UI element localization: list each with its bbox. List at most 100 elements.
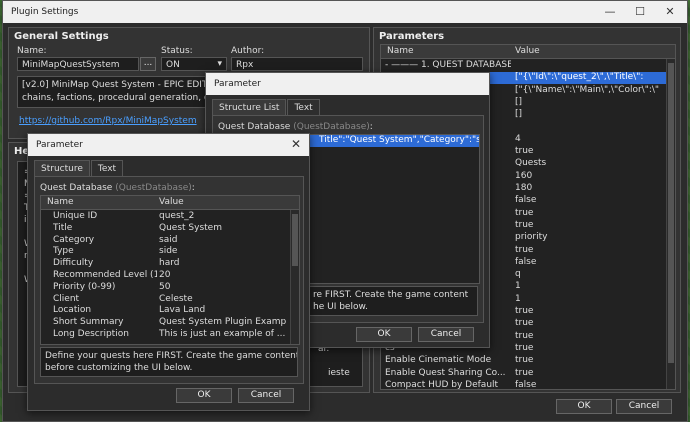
maximize-icon[interactable]: ☐: [625, 1, 655, 23]
table-row[interactable]: Location Lava Land: [41, 305, 299, 317]
status-value: ON: [166, 60, 180, 70]
param1-titlebar: Parameter: [206, 73, 489, 95]
parameter-value: true: [515, 219, 534, 230]
table-row[interactable]: - ——— 1. QUEST DATABASE...: [381, 60, 675, 72]
minimize-icon[interactable]: —: [595, 1, 625, 23]
parameter-value: priority: [515, 232, 548, 243]
name-label: Name:: [17, 46, 47, 56]
parameter-value: 4: [515, 133, 521, 144]
table-row[interactable]: Short Summary Quest System Plugin Example: [41, 317, 299, 329]
param1-label-text: Quest Database: [218, 122, 291, 132]
main-window-title: Plugin Settings: [11, 7, 79, 17]
parameter-value: false: [515, 379, 537, 390]
tab-structure-list[interactable]: Structure List: [212, 99, 287, 116]
table-row[interactable]: Enable Cinematic Mode true: [381, 355, 675, 367]
main-cancel-button[interactable]: Cancel: [616, 399, 672, 414]
plugin-url-link[interactable]: https://github.com/Rpx/MiniMapSystem: [19, 116, 197, 126]
param2-desc-line-2: before customizing the UI below.: [45, 363, 193, 373]
param1-label-key: (QuestDatabase): [293, 122, 370, 132]
table-row[interactable]: Enable Quest Sharing Co... true: [381, 368, 675, 380]
param2-label: Quest Database (QuestDatabase):: [40, 183, 195, 193]
field-value: Quest System Plugin Example: [159, 317, 287, 328]
table-row[interactable]: Compact HUD by Default false: [381, 379, 675, 390]
field-name: Title: [53, 222, 73, 233]
parameter-value: 160: [515, 170, 533, 181]
field-name: Unique ID: [53, 211, 98, 221]
parameter-value: false: [515, 256, 537, 267]
author-field[interactable]: Rpx: [231, 57, 363, 71]
field-name: Location: [53, 305, 92, 316]
tab-text[interactable]: Text: [90, 160, 124, 177]
parameter-value: 1: [515, 281, 521, 292]
field-value: said: [159, 234, 178, 245]
field-value: Lava Land: [159, 305, 206, 316]
parameter-value: true: [515, 207, 534, 218]
param2-body: Quest Database (QuestDatabase): Name Val…: [34, 176, 304, 384]
parameter-value: true: [515, 244, 534, 255]
field-value: 50: [159, 281, 171, 292]
param2-structure-grid[interactable]: Name Value Unique ID quest_2 Title Quest Sy…: [40, 195, 300, 345]
tab-structure[interactable]: Structure: [34, 160, 90, 177]
field-name: Category: [53, 234, 95, 245]
parameter-name: Enable Cinematic Mode: [385, 355, 492, 366]
parameter-value: true: [515, 330, 534, 341]
field-name: Type: [53, 246, 74, 257]
table-row[interactable]: Recommended Level (1-...20: [41, 270, 299, 282]
field-value: 20: [159, 270, 171, 280]
field-value: quest_2: [159, 211, 195, 221]
field-name: Recommended Level (1-...: [53, 270, 157, 280]
parameter-value: true: [515, 318, 534, 329]
parameter-value: 180: [515, 183, 533, 193]
param2-col-name: Name: [47, 197, 74, 207]
parameter-value: q: [515, 269, 521, 280]
table-row[interactable]: Priority (0-99) 50: [41, 282, 299, 294]
parameter-value: true: [515, 306, 534, 316]
field-name: Client: [53, 293, 80, 304]
param1-tabs: Structure List Text: [212, 99, 321, 116]
parameters-scrollbar[interactable]: [666, 59, 675, 389]
field-name: Difficulty: [53, 258, 94, 269]
field-value: hard: [159, 258, 180, 269]
param1-label-colon: :: [369, 122, 373, 132]
close-icon[interactable]: ✕: [291, 137, 301, 151]
parameters-scroll-thumb[interactable]: [668, 63, 674, 363]
param1-ok-button[interactable]: OK: [356, 327, 412, 342]
table-row[interactable]: Category said: [41, 235, 299, 247]
help-behind-text-2: ieste: [328, 368, 350, 378]
main-ok-button[interactable]: OK: [556, 399, 612, 414]
name-browse-button[interactable]: ...: [140, 57, 156, 71]
table-row[interactable]: Client Celeste: [41, 294, 299, 306]
general-settings-heading: General Settings: [14, 31, 109, 42]
param2-cancel-button[interactable]: Cancel: [238, 388, 294, 403]
main-titlebar: Plugin Settings — ☐ ✕: [3, 1, 687, 23]
tab-text[interactable]: Text: [287, 99, 320, 116]
parameter-value: []: [515, 109, 523, 120]
close-icon[interactable]: ✕: [655, 1, 685, 23]
parameters-col-name: Name: [387, 46, 414, 56]
parameter-name: Enable Quest Sharing Co...: [385, 367, 506, 378]
parameter-value: ["{\"Id\":\"quest_2\",\"Title\":: [515, 72, 644, 83]
table-row[interactable]: Type side: [41, 246, 299, 258]
field-name: Priority (0-99): [53, 281, 116, 292]
name-field[interactable]: MiniMapQuestSystem: [17, 57, 139, 71]
status-select[interactable]: ON ▾: [161, 57, 227, 71]
param2-scrollbar[interactable]: [290, 210, 299, 344]
param1-cancel-button[interactable]: Cancel: [418, 327, 474, 342]
table-row[interactable]: Long Description This is just an example …: [41, 329, 299, 341]
parameter-value: Quests: [515, 158, 547, 169]
parameters-col-value: Value: [515, 46, 540, 56]
param2-label-text: Quest Database: [40, 183, 113, 193]
param1-title: Parameter: [214, 79, 261, 89]
param2-label-key: (QuestDatabase): [115, 183, 192, 193]
param2-ok-button[interactable]: OK: [176, 388, 232, 403]
parameter-value: 1: [515, 293, 521, 304]
table-row[interactable]: Difficulty hard: [41, 258, 299, 270]
parameters-grid-header: Name Value: [381, 45, 675, 59]
param2-scroll-thumb[interactable]: [292, 214, 298, 266]
field-name: Short Summary: [53, 317, 124, 328]
table-row[interactable]: Title Quest System: [41, 223, 299, 235]
param2-label-colon: :: [191, 183, 195, 193]
field-name: Long Description: [53, 329, 129, 339]
table-row[interactable]: Unique ID quest_2: [41, 211, 299, 223]
field-value: Celeste: [159, 293, 193, 304]
